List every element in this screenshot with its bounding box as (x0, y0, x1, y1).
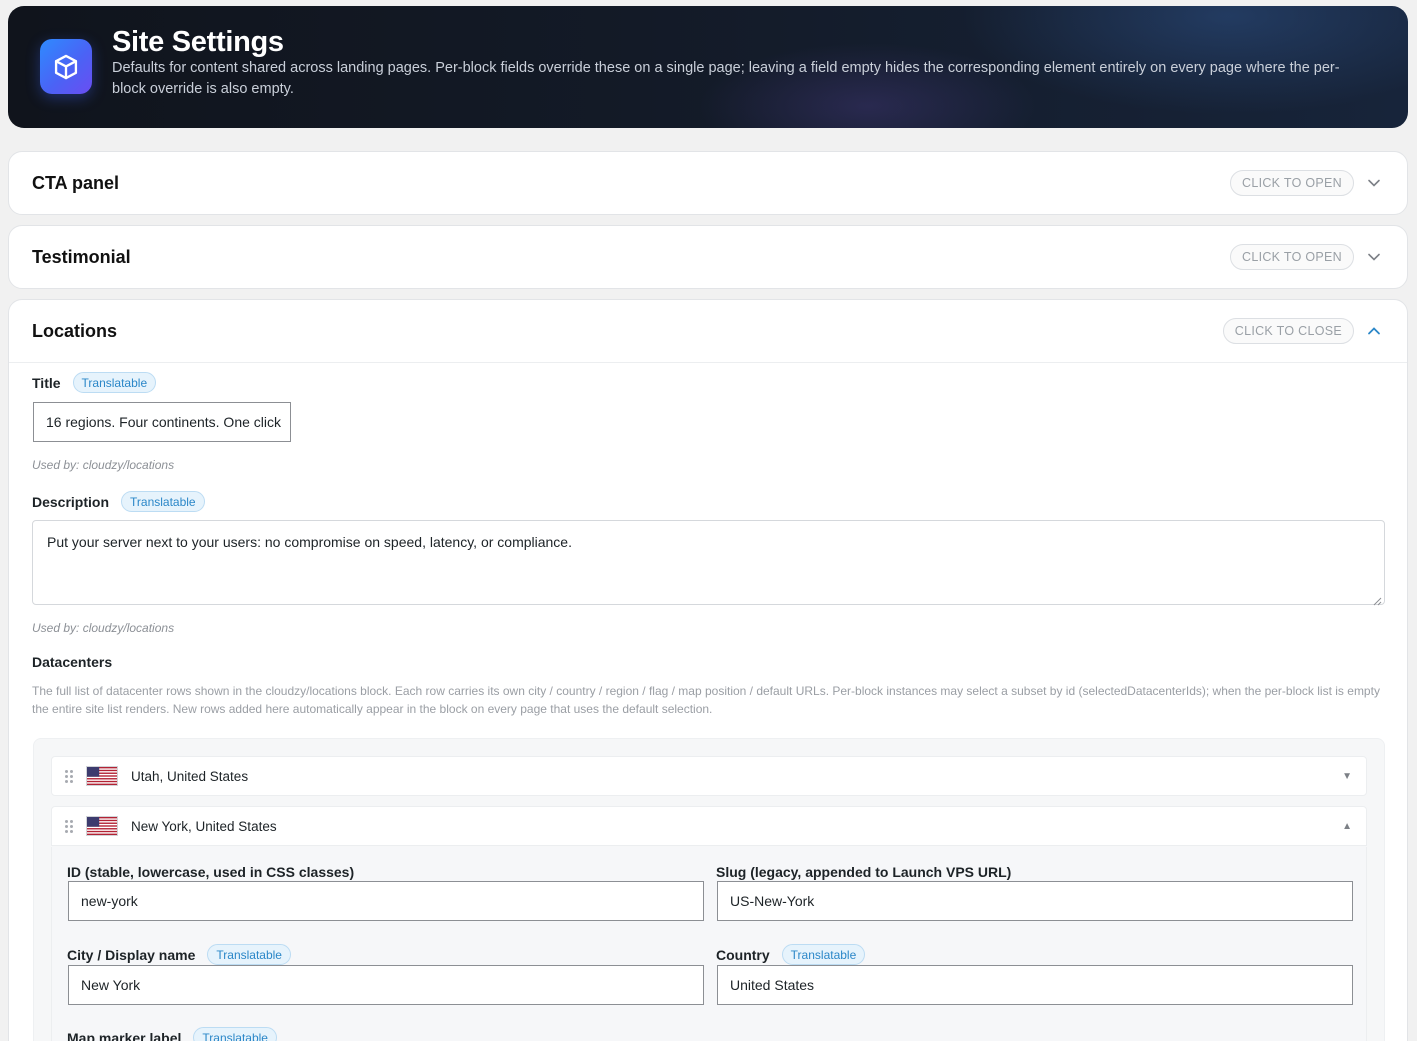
slug-label-text: Slug (legacy, appended to Launch VPS URL… (716, 864, 1012, 880)
drag-handle-icon[interactable] (65, 769, 77, 783)
chevron-down-icon[interactable] (1364, 247, 1384, 267)
city-label: City / Display name Translatable (67, 944, 291, 965)
map-marker-label-text: Map marker label (67, 1029, 182, 1041)
close-button[interactable]: CLICK TO CLOSE (1222, 318, 1354, 344)
open-button[interactable]: CLICK TO OPEN (1230, 170, 1354, 196)
page-header: Site Settings Defaults for content share… (8, 6, 1408, 128)
description-textarea[interactable]: Put your server next to your users: no c… (32, 520, 1385, 606)
datacenter-editor: ID (stable, lowercase, used in CSS class… (51, 847, 1367, 1041)
divider (9, 362, 1407, 363)
title-used-by: Used by: cloudzy/locations (32, 458, 175, 472)
id-label: ID (stable, lowercase, used in CSS class… (67, 864, 354, 880)
datacenter-name: New York, United States (131, 818, 277, 834)
open-button[interactable]: CLICK TO OPEN (1230, 244, 1354, 270)
id-input[interactable]: new-york (68, 881, 704, 921)
expand-caret-icon[interactable]: ▼ (1342, 771, 1352, 782)
cta-panel-header[interactable]: CTA panel CLICK TO OPEN (9, 152, 1407, 214)
country-label-text: Country (716, 946, 770, 963)
us-flag-icon (86, 816, 118, 836)
testimonial-panel-header[interactable]: Testimonial CLICK TO OPEN (9, 226, 1407, 288)
slug-label: Slug (legacy, appended to Launch VPS URL… (716, 864, 1011, 880)
title-label-text: Title (32, 374, 61, 391)
panel-title: Locations (32, 320, 118, 341)
chevron-up-icon[interactable] (1364, 321, 1384, 341)
country-input[interactable]: United States (717, 965, 1353, 1005)
locations-panel: Locations CLICK TO CLOSE Title Translata… (8, 299, 1408, 1041)
map-marker-label: Map marker label Translatable (67, 1027, 277, 1041)
panel-title: CTA panel (32, 172, 120, 193)
title-input[interactable]: 16 regions. Four continents. One click (33, 402, 291, 442)
page-title: Site Settings (112, 26, 284, 58)
datacenter-list: Utah, United States ▼ New York, United S… (33, 738, 1385, 1041)
datacenter-name: Utah, United States (131, 768, 249, 784)
datacenter-row[interactable]: New York, United States ▲ (51, 806, 1367, 846)
description-value: Put your server next to your users: no c… (47, 534, 572, 550)
collapse-caret-icon[interactable]: ▲ (1342, 821, 1352, 832)
page-description: Defaults for content shared across landi… (112, 60, 1340, 97)
translatable-badge: Translatable (121, 491, 205, 512)
translatable-badge: Translatable (781, 944, 866, 965)
datacenters-label: Datacenters (32, 654, 112, 670)
drag-handle-icon[interactable] (65, 819, 77, 833)
chevron-down-icon[interactable] (1364, 173, 1384, 193)
datacenter-row[interactable]: Utah, United States ▼ (51, 756, 1367, 796)
panel-title: Testimonial (32, 246, 131, 267)
description-used-by: Used by: cloudzy/locations (32, 621, 175, 635)
datacenters-help: The full list of datacenter rows shown i… (32, 684, 1380, 716)
us-flag-icon (86, 766, 118, 786)
resize-handle-icon[interactable] (1373, 593, 1382, 606)
cta-panel: CTA panel CLICK TO OPEN (8, 151, 1408, 215)
translatable-badge: Translatable (72, 372, 157, 393)
locations-panel-header[interactable]: Locations CLICK TO CLOSE (9, 300, 1407, 362)
description-label: Description Translatable (32, 491, 205, 512)
testimonial-panel: Testimonial CLICK TO OPEN (8, 225, 1408, 289)
country-label: Country Translatable (716, 944, 866, 965)
city-label-text: City / Display name (67, 946, 196, 963)
translatable-badge: Translatable (207, 944, 291, 965)
slug-input[interactable]: US-New-York (717, 881, 1353, 921)
datacenters-label-text: Datacenters (32, 654, 113, 670)
city-input[interactable]: New York (68, 965, 704, 1005)
description-label-text: Description (32, 493, 110, 510)
cube-icon (40, 39, 92, 94)
translatable-badge: Translatable (193, 1027, 277, 1041)
id-label-text: ID (stable, lowercase, used in CSS class… (67, 864, 355, 880)
title-label: Title Translatable (32, 372, 157, 393)
